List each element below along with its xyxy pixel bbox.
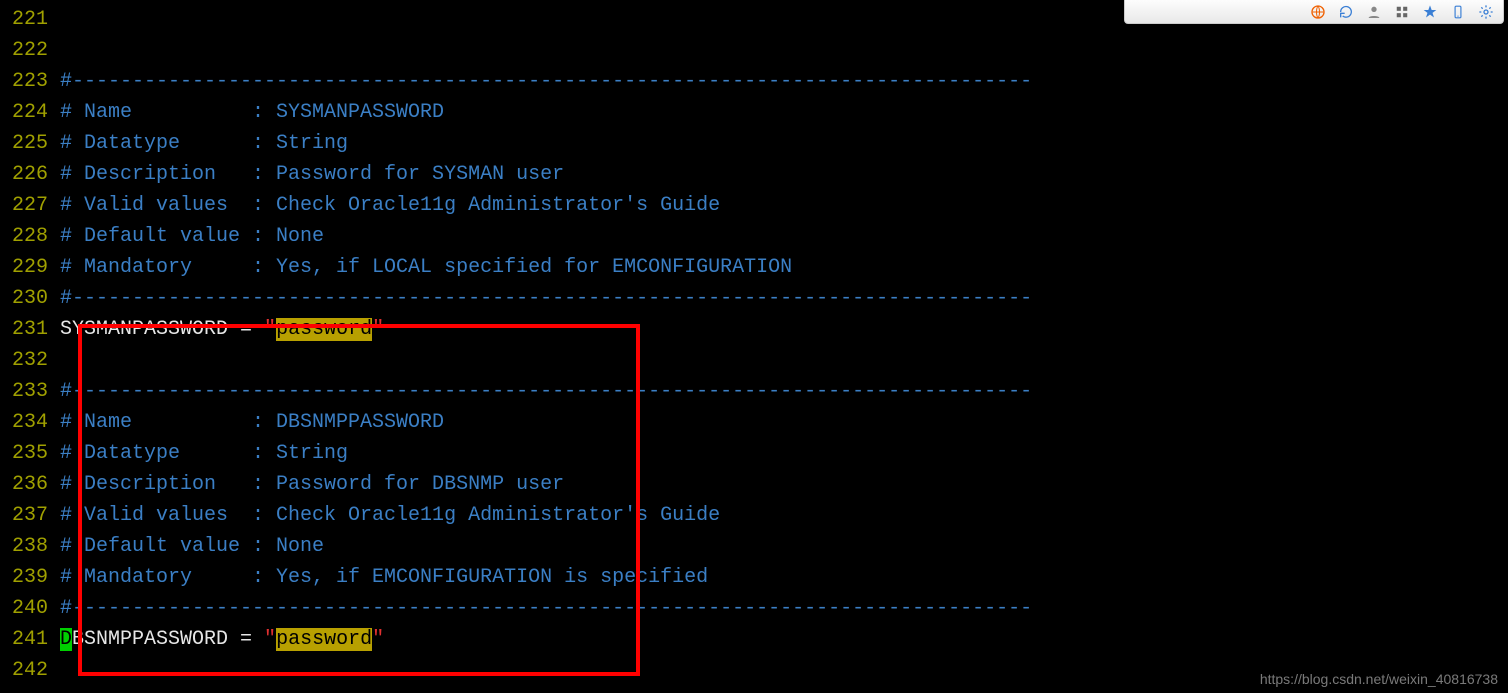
watermark-text: https://blog.csdn.net/weixin_40816738 <box>1260 671 1498 687</box>
line-number: 228 <box>0 225 60 248</box>
code-line[interactable]: 236# Description : Password for DBSNMP u… <box>0 469 1508 500</box>
line-number: 233 <box>0 380 60 403</box>
grid-icon[interactable] <box>1393 3 1411 21</box>
line-number: 239 <box>0 566 60 589</box>
line-number: 238 <box>0 535 60 558</box>
line-content: #---------------------------------------… <box>60 70 1032 93</box>
code-line[interactable]: 229# Mandatory : Yes, if LOCAL specified… <box>0 252 1508 283</box>
code-line[interactable]: 228# Default value : None <box>0 221 1508 252</box>
code-line[interactable]: 225# Datatype : String <box>0 128 1508 159</box>
line-content: #---------------------------------------… <box>60 380 1032 403</box>
line-content: #---------------------------------------… <box>60 287 1032 310</box>
code-span: ----------------------------------------… <box>72 70 1032 93</box>
code-span: " <box>264 318 276 341</box>
line-content: # Description : Password for SYSMAN user <box>60 163 564 186</box>
code-span: # Datatype : String <box>60 132 348 155</box>
search-highlight: password <box>276 318 372 341</box>
code-editor[interactable]: 221222223#------------------------------… <box>0 0 1508 690</box>
code-span: # Default value : None <box>60 225 324 248</box>
code-span: # Mandatory : Yes, if EMCONFIGURATION is… <box>60 566 708 589</box>
line-content: # Valid values : Check Oracle11g Adminis… <box>60 194 720 217</box>
line-number: 240 <box>0 597 60 620</box>
line-number: 242 <box>0 659 60 682</box>
line-content: # Mandatory : Yes, if LOCAL specified fo… <box>60 256 792 279</box>
line-number: 223 <box>0 70 60 93</box>
cursor-char: D <box>60 628 72 651</box>
line-number: 235 <box>0 442 60 465</box>
line-number: 225 <box>0 132 60 155</box>
line-content: # Mandatory : Yes, if EMCONFIGURATION is… <box>60 566 708 589</box>
line-number: 229 <box>0 256 60 279</box>
code-span: # <box>60 597 72 620</box>
code-span: # Valid values : Check Oracle11g Adminis… <box>60 194 720 217</box>
code-span: # <box>60 380 72 403</box>
line-number: 234 <box>0 411 60 434</box>
browser-toolbar-strip <box>1124 0 1504 24</box>
line-number: 224 <box>0 101 60 124</box>
line-content: # Default value : None <box>60 225 324 248</box>
code-span: # Default value : None <box>60 535 324 558</box>
star-icon[interactable] <box>1421 3 1439 21</box>
code-line[interactable]: 239# Mandatory : Yes, if EMCONFIGURATION… <box>0 562 1508 593</box>
code-line[interactable]: 241DBSNMPPASSWORD = "password" <box>0 624 1508 655</box>
line-content: #---------------------------------------… <box>60 597 1032 620</box>
browser-icon[interactable] <box>1309 3 1327 21</box>
refresh-icon[interactable] <box>1337 3 1355 21</box>
code-line[interactable]: 238# Default value : None <box>0 531 1508 562</box>
code-line[interactable]: 237# Valid values : Check Oracle11g Admi… <box>0 500 1508 531</box>
line-content: # Default value : None <box>60 535 324 558</box>
line-number: 231 <box>0 318 60 341</box>
code-span: # Mandatory : Yes, if LOCAL specified fo… <box>60 256 792 279</box>
gear-icon[interactable] <box>1477 3 1495 21</box>
line-number: 222 <box>0 39 60 62</box>
code-span: # Name : SYSMANPASSWORD <box>60 101 444 124</box>
line-content: # Datatype : String <box>60 442 348 465</box>
line-content: DBSNMPPASSWORD = "password" <box>60 628 384 651</box>
code-line[interactable]: 231SYSMANPASSWORD = "password" <box>0 314 1508 345</box>
code-span: BSNMPPASSWORD = <box>72 628 264 651</box>
code-span: ----------------------------------------… <box>72 287 1032 310</box>
code-span: " <box>264 628 276 651</box>
code-line[interactable]: 235# Datatype : String <box>0 438 1508 469</box>
line-content: # Datatype : String <box>60 132 348 155</box>
line-number: 232 <box>0 349 60 372</box>
code-span: # <box>60 70 72 93</box>
person-icon[interactable] <box>1365 3 1383 21</box>
line-content: # Name : SYSMANPASSWORD <box>60 101 444 124</box>
code-span: # <box>60 287 72 310</box>
code-line[interactable]: 226# Description : Password for SYSMAN u… <box>0 159 1508 190</box>
code-line[interactable]: 234# Name : DBSNMPPASSWORD <box>0 407 1508 438</box>
code-span: # Description : Password for SYSMAN user <box>60 163 564 186</box>
code-span: " <box>372 318 384 341</box>
line-number: 230 <box>0 287 60 310</box>
line-number: 241 <box>0 628 60 651</box>
line-content: # Description : Password for DBSNMP user <box>60 473 564 496</box>
code-span: # Valid values : Check Oracle11g Adminis… <box>60 504 720 527</box>
code-span: SYSMANPASSWORD = <box>60 318 264 341</box>
code-span: # Datatype : String <box>60 442 348 465</box>
line-content: # Name : DBSNMPPASSWORD <box>60 411 444 434</box>
line-number: 221 <box>0 8 60 31</box>
search-highlight: password <box>276 628 372 651</box>
code-line[interactable]: 223#------------------------------------… <box>0 66 1508 97</box>
code-line[interactable]: 230#------------------------------------… <box>0 283 1508 314</box>
code-span: ----------------------------------------… <box>72 597 1032 620</box>
code-line[interactable]: 232 <box>0 345 1508 376</box>
code-line[interactable]: 233#------------------------------------… <box>0 376 1508 407</box>
code-span: ----------------------------------------… <box>72 380 1032 403</box>
phone-icon[interactable] <box>1449 3 1467 21</box>
code-line[interactable]: 240#------------------------------------… <box>0 593 1508 624</box>
code-line[interactable]: 222 <box>0 35 1508 66</box>
line-number: 237 <box>0 504 60 527</box>
code-line[interactable]: 227# Valid values : Check Oracle11g Admi… <box>0 190 1508 221</box>
line-number: 227 <box>0 194 60 217</box>
line-content: SYSMANPASSWORD = "password" <box>60 318 384 341</box>
code-line[interactable]: 224# Name : SYSMANPASSWORD <box>0 97 1508 128</box>
code-span: " <box>372 628 384 651</box>
line-content: # Valid values : Check Oracle11g Adminis… <box>60 504 720 527</box>
code-span: # Description : Password for DBSNMP user <box>60 473 564 496</box>
line-number: 226 <box>0 163 60 186</box>
code-span: # Name : DBSNMPPASSWORD <box>60 411 444 434</box>
line-number: 236 <box>0 473 60 496</box>
